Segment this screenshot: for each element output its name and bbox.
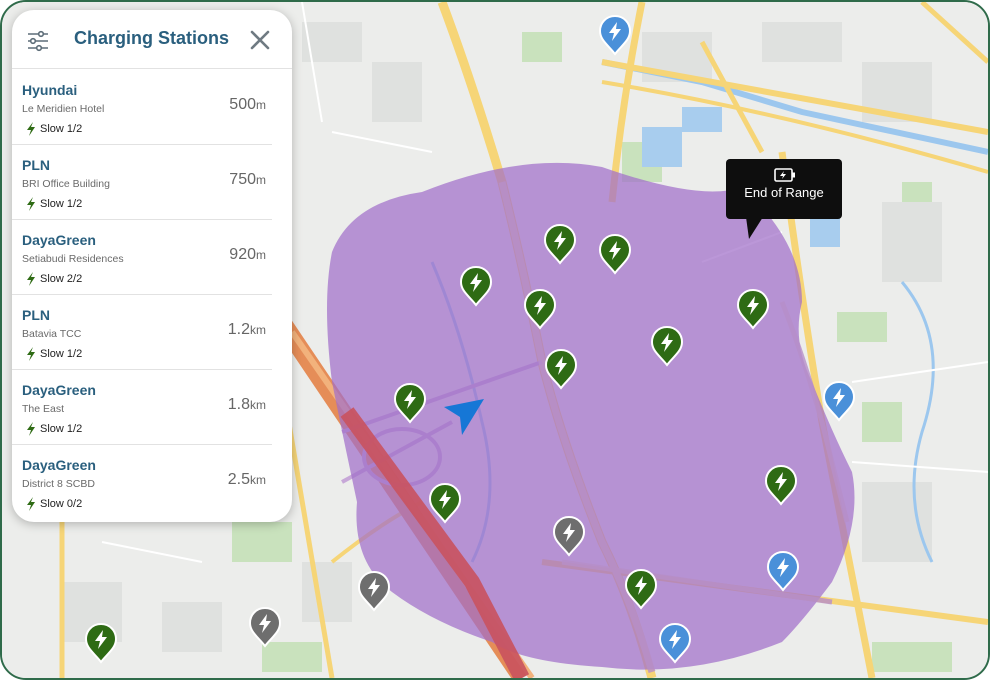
station-list-item[interactable]: PLN BRI Office Building Slow 1/2 750m (12, 145, 272, 220)
charging-station-marker-unavailable[interactable] (552, 515, 586, 557)
charging-station-marker[interactable] (543, 223, 577, 265)
bolt-icon (27, 272, 35, 286)
stations-list: Hyundai Le Meridien Hotel Slow 1/2 500m … (12, 70, 292, 519)
distance-value: 500 (229, 96, 256, 113)
distance-value: 750 (229, 171, 256, 188)
charging-station-marker[interactable] (598, 233, 632, 275)
charging-stations-panel: Charging Stations Hyundai Le Meridien Ho… (12, 10, 292, 522)
station-address: Batavia TCC (22, 328, 82, 340)
charging-station-marker[interactable] (459, 265, 493, 307)
charging-station-marker[interactable] (736, 288, 770, 330)
station-distance: 1.2km (228, 321, 266, 339)
station-brand: DayaGreen (22, 232, 96, 248)
slow-label: Slow 0/2 (40, 498, 83, 510)
distance-value: 1.2 (227, 321, 250, 338)
station-list-item[interactable]: PLN Batavia TCC Slow 1/2 1.2km (12, 295, 272, 370)
station-address: BRI Office Building (22, 178, 110, 190)
slow-charger-status: Slow 1/2 (26, 122, 82, 136)
distance-unit: m (256, 98, 266, 112)
app-frame: End of Range Charging Stations Hyundai L… (0, 0, 990, 680)
charging-station-marker-blue[interactable] (658, 622, 692, 664)
charging-station-marker-unavailable[interactable] (248, 606, 282, 648)
slow-charger-status: Slow 2/2 (26, 272, 82, 286)
current-location-arrow-icon (444, 399, 484, 435)
distance-unit: m (256, 173, 266, 187)
slow-charger-status: Slow 0/2 (26, 497, 82, 511)
bolt-icon (27, 422, 35, 436)
station-list-item[interactable]: DayaGreen The East Slow 1/2 1.8km (12, 370, 272, 445)
station-address: Le Meridien Hotel (22, 103, 105, 115)
slow-label: Slow 1/2 (40, 123, 83, 135)
charging-station-marker[interactable] (624, 568, 658, 610)
station-list-item[interactable]: DayaGreen Setiabudi Residences Slow 2/2 … (12, 220, 272, 295)
distance-value: 1.8 (227, 396, 250, 413)
slow-label: Slow 2/2 (40, 273, 83, 285)
station-list-item[interactable]: DayaGreen District 8 SCBD Slow 0/2 2.5km (12, 445, 272, 519)
station-address: Setiabudi Residences (22, 253, 124, 265)
charging-station-marker[interactable] (393, 382, 427, 424)
distance-unit: km (250, 473, 266, 487)
bolt-icon (27, 122, 35, 136)
station-distance: 500m (229, 96, 266, 114)
panel-header: Charging Stations (12, 10, 292, 69)
station-distance: 2.5km (228, 471, 266, 489)
battery-charging-icon (774, 168, 795, 182)
charging-station-marker-unavailable[interactable] (357, 570, 391, 612)
station-brand: PLN (22, 307, 50, 323)
close-icon[interactable] (248, 28, 272, 52)
charging-station-marker[interactable] (523, 288, 557, 330)
station-brand: PLN (22, 157, 50, 173)
station-address: The East (22, 403, 65, 415)
charging-station-marker-blue[interactable] (598, 14, 632, 56)
station-distance: 1.8km (228, 396, 266, 414)
end-of-range-tooltip: End of Range (726, 159, 842, 219)
distance-unit: km (250, 323, 266, 337)
sliders-icon[interactable] (26, 30, 50, 52)
charging-station-marker[interactable] (84, 622, 118, 664)
slow-label: Slow 1/2 (40, 423, 83, 435)
slow-label: Slow 1/2 (40, 348, 83, 360)
charging-station-marker-blue[interactable] (766, 550, 800, 592)
station-distance: 920m (229, 246, 266, 264)
station-brand: DayaGreen (22, 382, 96, 398)
slow-charger-status: Slow 1/2 (26, 347, 82, 361)
tooltip-text: End of Range (744, 185, 824, 200)
distance-unit: km (250, 398, 266, 412)
distance-value: 2.5 (227, 471, 250, 488)
station-brand: Hyundai (22, 82, 78, 98)
charging-station-marker[interactable] (544, 348, 578, 390)
charging-station-marker[interactable] (428, 482, 462, 524)
distance-unit: m (256, 248, 266, 262)
bolt-icon (27, 497, 35, 511)
bolt-icon (27, 347, 35, 361)
slow-charger-status: Slow 1/2 (26, 422, 82, 436)
panel-title: Charging Stations (74, 28, 230, 48)
bolt-icon (27, 197, 35, 211)
station-list-item[interactable]: Hyundai Le Meridien Hotel Slow 1/2 500m (12, 70, 272, 145)
station-address: District 8 SCBD (22, 478, 95, 490)
station-brand: DayaGreen (22, 457, 96, 473)
charging-station-marker-blue[interactable] (822, 380, 856, 422)
charging-station-marker[interactable] (764, 464, 798, 506)
slow-charger-status: Slow 1/2 (26, 197, 82, 211)
charging-station-marker[interactable] (650, 325, 684, 367)
station-distance: 750m (229, 171, 266, 189)
distance-value: 920 (229, 246, 256, 263)
slow-label: Slow 1/2 (40, 198, 83, 210)
tooltip-tail (746, 217, 763, 239)
